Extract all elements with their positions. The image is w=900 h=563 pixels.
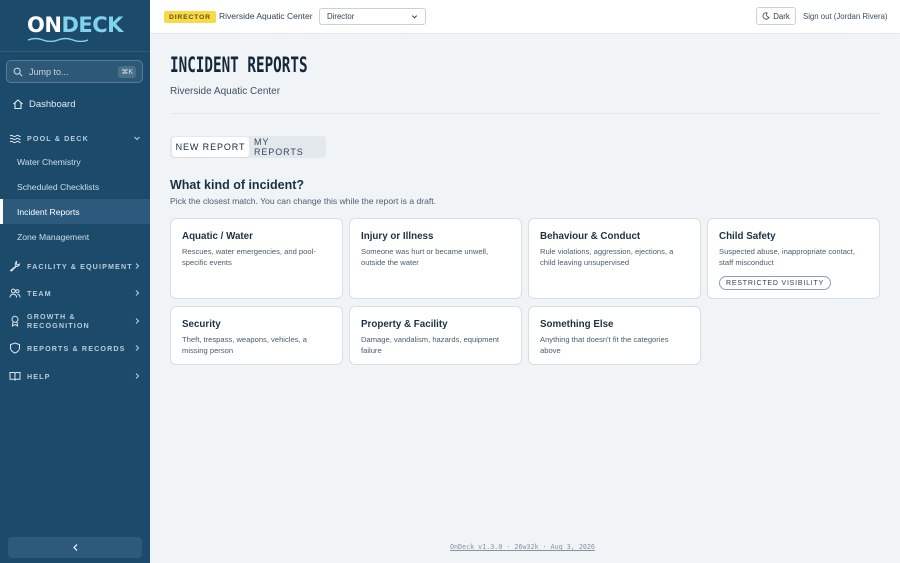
logo-deck: DECK xyxy=(61,13,123,37)
sidebar-item-zone-management[interactable]: Zone Management xyxy=(0,224,150,249)
category-title: Something Else xyxy=(540,319,614,330)
sidebar-group-help[interactable]: HELP xyxy=(0,369,150,383)
moon-icon xyxy=(762,12,770,20)
book-icon xyxy=(9,370,21,382)
search-icon xyxy=(13,67,23,77)
chevron-right-icon xyxy=(133,317,141,325)
chevron-down-icon xyxy=(133,134,141,142)
sidebar-group-label: HELP xyxy=(27,371,51,381)
sidebar-item-incident-reports[interactable]: Incident Reports xyxy=(0,199,150,224)
waves-icon xyxy=(9,132,21,144)
dark-mode-toggle[interactable]: Dark xyxy=(756,7,796,25)
collapse-sidebar-button[interactable] xyxy=(8,537,142,558)
category-title: Property & Facility xyxy=(361,319,448,330)
category-card-aquatic-water[interactable]: Aquatic / Water Rescues, water emergenci… xyxy=(170,218,343,299)
category-title: Child Safety xyxy=(719,231,776,242)
category-card-security[interactable]: Security Theft, trespass, weapons, vehic… xyxy=(170,306,343,365)
tab-my-reports[interactable]: MY REPORTS xyxy=(254,136,320,158)
jump-shortcut: ⌘K xyxy=(118,65,136,78)
chevron-right-icon xyxy=(133,372,141,380)
restricted-visibility-badge: RESTRICTED VISIBILITY xyxy=(719,276,832,290)
sidebar-group-reports-records[interactable]: REPORTS & RECORDS xyxy=(0,341,150,355)
category-description: Rule violations, aggression, ejections, … xyxy=(540,247,674,267)
category-card-behaviour-conduct[interactable]: Behaviour & Conduct Rule violations, agg… xyxy=(528,218,701,299)
category-card-injury-illness[interactable]: Injury or Illness Someone was hurt or be… xyxy=(349,218,522,299)
chevron-right-icon xyxy=(133,262,141,270)
role-select-value: Director xyxy=(327,12,355,21)
page-subtitle: Riverside Aquatic Center xyxy=(170,86,281,97)
wrench-icon xyxy=(9,260,21,272)
facility-name: Riverside Aquatic Center xyxy=(219,11,313,21)
logo-wave-icon xyxy=(28,37,89,42)
logo-text: ONDECK xyxy=(27,13,123,42)
category-card-child-safety[interactable]: Child Safety Suspected abuse, inappropri… xyxy=(707,218,880,299)
category-description: Suspected abuse, inappropriate contact, … xyxy=(719,247,855,267)
sidebar-item-dashboard[interactable]: Dashboard xyxy=(0,97,150,111)
category-description: Rescues, water emergencies, and pool-spe… xyxy=(182,247,316,267)
sidebar-group-growth-recognition[interactable]: GROWTH & RECOGNITION xyxy=(0,312,150,330)
category-title: Behaviour & Conduct xyxy=(540,231,641,242)
sidebar-item-scheduled-checklists[interactable]: Scheduled Checklists xyxy=(0,174,150,199)
sidebar-group-pool-deck[interactable]: POOL & DECK xyxy=(0,131,150,145)
sidebar-group-facility-equipment[interactable]: FACILITY & EQUIPMENT xyxy=(0,259,150,273)
report-tabs: NEW REPORT MY REPORTS xyxy=(170,136,326,158)
version-footer[interactable]: OnDeck v1.3.0 · 26w32k · Aug 3, 2026 xyxy=(450,543,595,551)
shield-icon xyxy=(9,342,21,354)
award-icon xyxy=(9,315,21,327)
users-icon xyxy=(9,287,21,299)
category-card-property-facility[interactable]: Property & Facility Damage, vandalism, h… xyxy=(349,306,522,365)
sidebar-group-label: GROWTH & RECOGNITION xyxy=(27,312,90,330)
dark-toggle-label: Dark xyxy=(773,11,790,21)
category-title: Injury or Illness xyxy=(361,231,434,242)
logo-on: ON xyxy=(27,13,62,37)
chevron-right-icon xyxy=(133,344,141,352)
divider xyxy=(170,113,880,114)
topbar: DIRECTOR Riverside Aquatic Center Direct… xyxy=(150,0,900,34)
category-description: Someone was hurt or became unwell, outsi… xyxy=(361,247,489,267)
sidebar-group-label: REPORTS & RECORDS xyxy=(27,343,126,353)
category-description: Theft, trespass, weapons, vehicles, a mi… xyxy=(182,335,307,355)
role-badge: DIRECTOR xyxy=(164,11,216,23)
sidebar: ONDECK Jump to... ⌘K Dashboard POOL & DE… xyxy=(0,0,150,563)
section-subtitle: Pick the closest match. You can change t… xyxy=(170,196,437,206)
category-title: Security xyxy=(182,319,221,330)
signout-link[interactable]: Sign out (Jordan Rivera) xyxy=(803,12,888,21)
sidebar-group-label: FACILITY & EQUIPMENT xyxy=(27,261,133,271)
tab-new-report[interactable]: NEW REPORT xyxy=(172,137,249,157)
chevron-down-icon xyxy=(411,15,418,19)
sidebar-group-label: POOL & DECK xyxy=(27,133,89,143)
logo[interactable]: ONDECK xyxy=(0,0,150,52)
jump-to-search[interactable]: Jump to... ⌘K xyxy=(6,60,143,83)
sidebar-item-label: Dashboard xyxy=(29,98,76,110)
sidebar-group-label: TEAM xyxy=(27,288,52,298)
chevron-left-icon xyxy=(72,544,77,551)
home-icon xyxy=(12,98,24,110)
chevron-right-icon xyxy=(133,289,141,297)
role-select[interactable]: Director xyxy=(319,8,426,25)
page-title: INCIDENT REPORTS xyxy=(170,53,308,77)
sidebar-item-water-chemistry[interactable]: Water Chemistry xyxy=(0,149,150,174)
category-card-something-else[interactable]: Something Else Anything that doesn't fit… xyxy=(528,306,701,365)
category-description: Damage, vandalism, hazards, equipment fa… xyxy=(361,335,500,355)
sidebar-group-team[interactable]: TEAM xyxy=(0,286,150,300)
category-title: Aquatic / Water xyxy=(182,231,253,242)
section-title: What kind of incident? xyxy=(170,178,305,192)
jump-placeholder: Jump to... xyxy=(29,66,69,77)
category-description: Anything that doesn't fit the categories… xyxy=(540,335,669,355)
